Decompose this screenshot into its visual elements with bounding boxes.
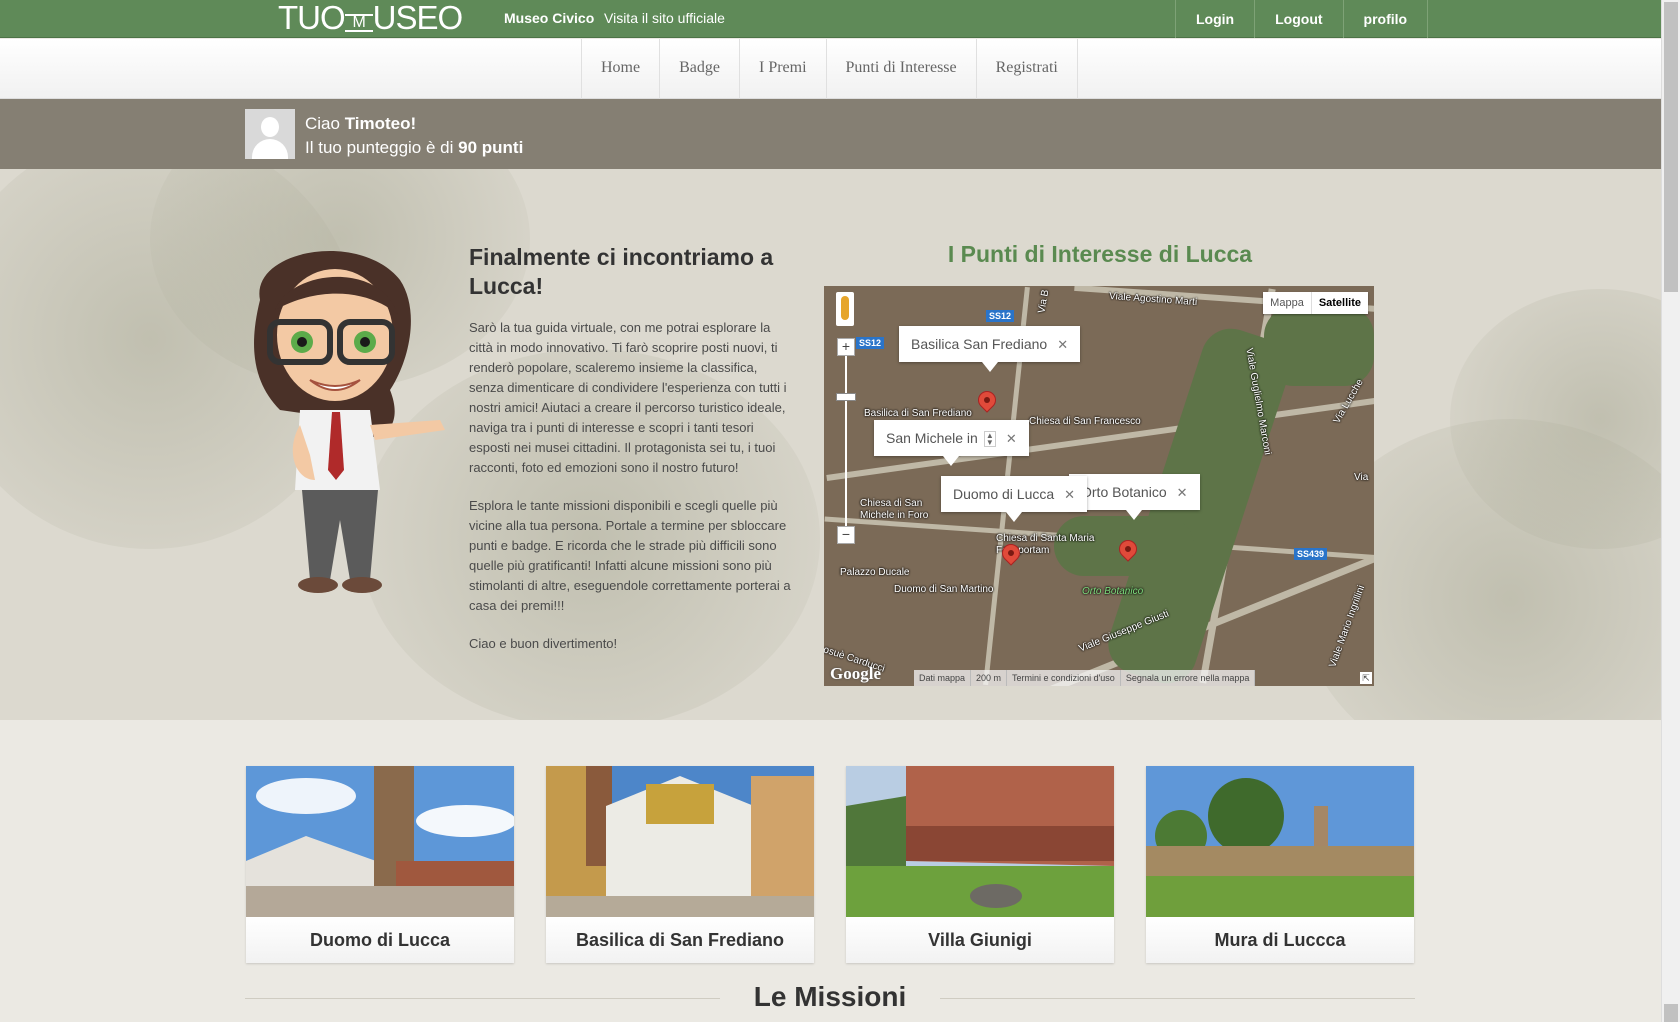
poi-card-basilica[interactable]: Basilica di San Frediano [546,766,814,963]
info-window-basilica[interactable]: Basilica San Frediano ✕ [899,326,1081,372]
mura-image [1146,766,1414,917]
nav-home[interactable]: Home [582,39,661,99]
map-type-mappa[interactable]: Mappa [1263,292,1311,314]
map-title: I Punti di Interesse di Lucca [947,241,1253,267]
user-name: Timoteo! [344,114,417,133]
map-marker[interactable] [974,387,1000,413]
logo-text-right: USEO [372,0,464,36]
info-window-title: Orto Botanico [1081,484,1167,500]
card-label: Duomo di Lucca [246,917,514,963]
museum-name: Museo Civico [504,10,595,26]
logo-text-mid: M [344,14,373,32]
info-window-title: Basilica San Frediano [911,336,1048,352]
close-icon[interactable]: ✕ [1064,487,1075,502]
official-site-link[interactable]: Visita il sito ufficiale [604,10,725,26]
user-score: 90 punti [458,138,524,157]
intro-paragraph: Sarò la tua guida virtuale, con me potra… [469,320,787,475]
card-label: Mura di Luccca [1146,917,1414,963]
top-bar: TUO M USEO Museo Civico Visita il sito uff… [0,0,1661,38]
map-label: Via [1354,472,1369,483]
main-navbar: Home Badge I Premi Punti di Interesse Re… [0,39,1661,99]
nav-registrati[interactable]: Registrati [977,39,1078,99]
divider [245,998,720,999]
login-link[interactable]: Login [1176,0,1256,38]
logo-text-left: TUO [278,0,346,36]
close-icon[interactable]: ✕ [1006,431,1017,446]
street-view-pegman-icon[interactable] [836,292,854,326]
google-logo: Google [830,664,881,683]
expand-icon[interactable]: ⇱ [1360,672,1372,684]
logout-link[interactable]: Logout [1255,0,1344,38]
map-terms-link[interactable]: Termini e condizioni d'uso [1007,670,1121,686]
villa-image [846,766,1114,917]
zoom-slider-track[interactable] [845,348,847,538]
map-type-satellite[interactable]: Satellite [1310,292,1368,314]
divider [940,998,1415,999]
scrollbar-thumb[interactable] [1664,2,1678,292]
poi-card-mura[interactable]: Mura di Luccca [1146,766,1414,963]
zoom-in-icon[interactable]: + [837,338,855,356]
map-label: Duomo di San Martino [894,584,994,595]
road-shield: SS439 [1294,548,1328,560]
nav-punti-interesse[interactable]: Punti di Interesse [827,39,977,99]
info-window-orto-botanico[interactable]: Orto Botanico ✕ [1069,474,1200,520]
user-bar [0,99,1661,169]
missions-title: Le Missioni [753,981,907,1012]
main-nav: Home Badge I Premi Punti di Interesse Re… [581,39,1078,99]
close-icon[interactable]: ✕ [1177,485,1188,500]
user-greeting: Ciao Timoteo! Il tuo punteggio è di 90 p… [305,112,523,160]
road-shield: SS12 [986,310,1015,322]
score-prefix: Il tuo punteggio è di [305,138,459,157]
map-data-link[interactable]: Dati mappa [914,670,972,686]
map-footer: Dati mappa 200 m Termini e condizioni d'… [914,670,1256,686]
nav-premi[interactable]: I Premi [740,39,827,99]
card-label: Villa Giunigi [846,917,1114,963]
account-links: Login Logout profilo [1175,0,1429,38]
avatar[interactable] [245,109,295,159]
greeting-prefix: Ciao [305,114,345,133]
map-label: Via B [1036,288,1052,315]
intro-paragraph: Ciao e buon divertimento! [469,636,618,651]
map-type-control: Mappa Satellite [1263,292,1368,314]
intro-paragraph: Esplora le tante missioni disponibili e … [469,498,791,613]
logo[interactable]: TUO M USEO [278,0,464,36]
intro-text: Sarò la tua guida virtuale, con me potra… [469,318,795,672]
close-icon[interactable]: ✕ [1057,337,1068,352]
map-label: Chiesa di San Francesco [1029,416,1141,427]
map-scale: 200 m [971,670,1008,686]
map-report-link[interactable]: Segnala un errore nella mappa [1121,670,1256,686]
info-window-san-michele[interactable]: San Michele in ▲ ▼ ✕ [874,420,1029,466]
scrollbar[interactable] [1661,0,1680,1022]
map-label: Palazzo Ducale [840,567,910,578]
spinner-icon[interactable]: ▲ ▼ [983,431,996,448]
duomo-image [246,766,514,917]
zoom-slider-handle[interactable] [836,393,856,401]
map-label: Viale Mario Ingrillini [1327,583,1368,670]
poi-card-duomo[interactable]: Duomo di Lucca [246,766,514,963]
info-window-title: San Michele in [886,430,978,446]
scrollbar-down-arrow[interactable] [1664,1004,1678,1022]
map-label: Chiesa di San Michele in Foro [860,498,929,521]
poi-card-villa[interactable]: Villa Giunigi [846,766,1114,963]
basilica-image [546,766,814,917]
guide-character-illustration [254,251,445,593]
info-window-duomo[interactable]: Duomo di Lucca ✕ [941,476,1088,522]
road-shield: SS12 [856,337,885,349]
map-label: Orto Botanico [1082,586,1144,597]
points-of-interest-map[interactable]: SS12 SS12 SS439 Basilica di San Frediano… [824,286,1374,686]
card-label: Basilica di San Frediano [546,917,814,963]
profile-link[interactable]: profilo [1344,0,1429,38]
nav-badge[interactable]: Badge [660,39,740,99]
map-label: Basilica di San Frediano [864,408,972,419]
intro-title: Finalmente ci incontriamo a Lucca! [469,244,774,299]
missions-section: Le Missioni [245,981,1415,1013]
zoom-out-icon[interactable]: − [837,526,855,544]
info-window-title: Duomo di Lucca [953,486,1055,502]
